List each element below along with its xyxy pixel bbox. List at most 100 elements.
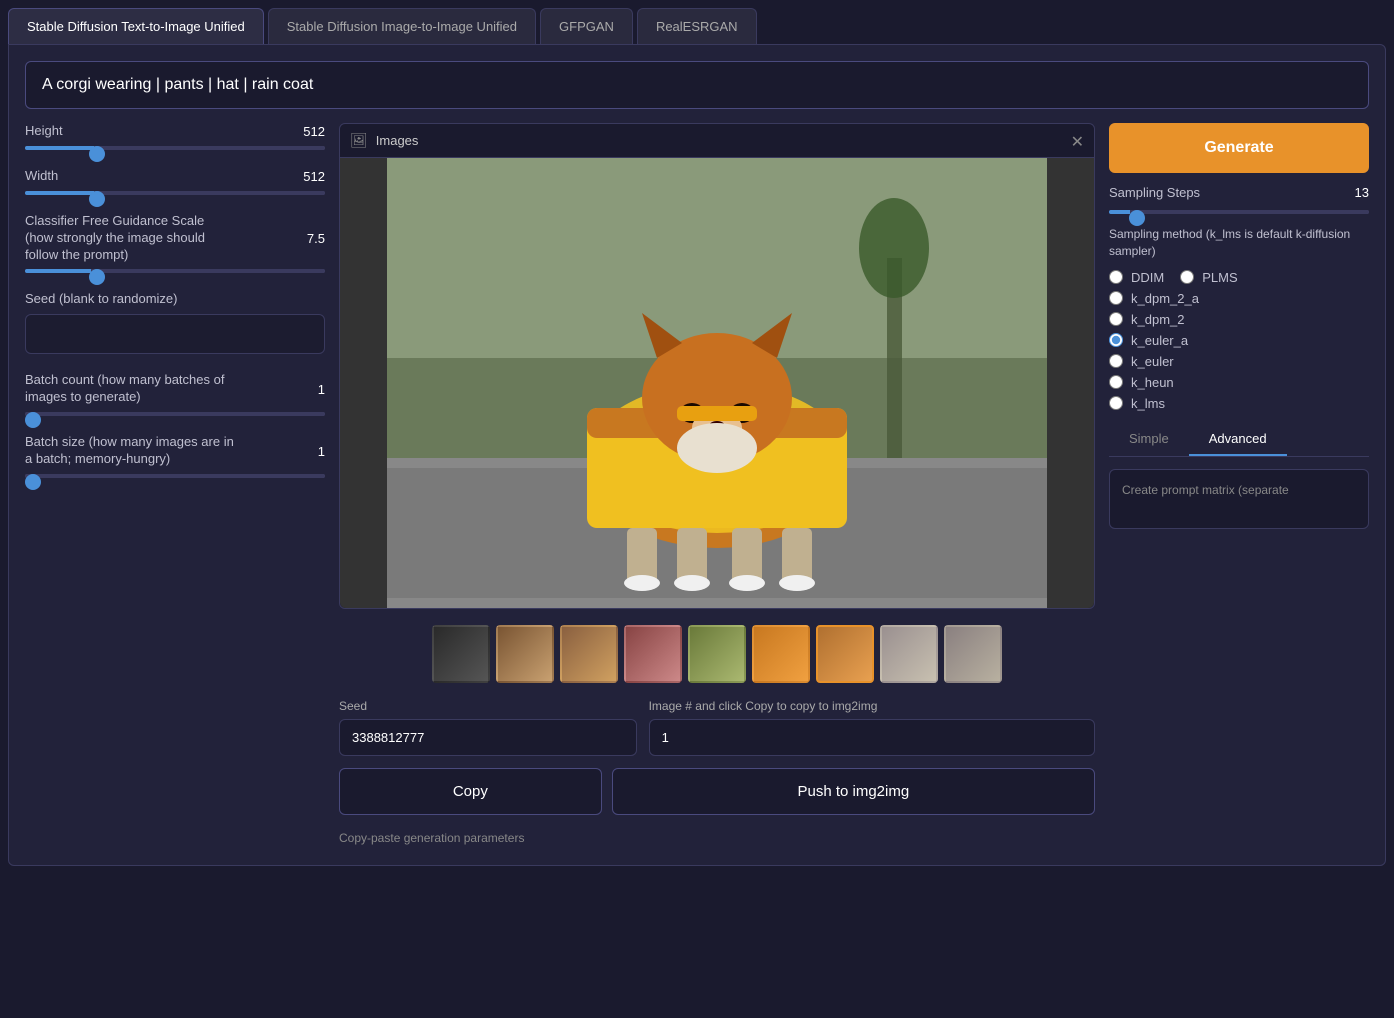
content-area: Height 512 Width 512 Classifier Free Gui… <box>25 123 1369 849</box>
sampling-method-label: Sampling method (k_lms is default k-diff… <box>1109 226 1369 260</box>
cfg-label: Classifier Free Guidance Scale (how stro… <box>25 213 235 264</box>
batch-size-label: Batch size (how many images are in a bat… <box>25 434 235 468</box>
ddim-plms-row: DDIM PLMS <box>1109 270 1369 285</box>
k-heun-option: k_heun <box>1109 375 1369 390</box>
batch-count-slider[interactable] <box>25 412 325 416</box>
height-value: 512 <box>303 124 325 139</box>
height-slider-group: Height 512 <box>25 123 325 150</box>
batch-count-label-row: Batch count (how many batches of images … <box>25 372 325 406</box>
seed-display-group: Seed <box>339 699 637 756</box>
thumbnail-5[interactable] <box>688 625 746 683</box>
thumbnail-7[interactable] <box>816 625 874 683</box>
tab-txt2img[interactable]: Stable Diffusion Text-to-Image Unified <box>8 8 264 44</box>
width-value: 512 <box>303 169 325 184</box>
ddim-label[interactable]: DDIM <box>1131 270 1164 285</box>
copy-paste-label: Copy-paste generation parameters <box>339 827 1095 849</box>
thumbnail-6[interactable] <box>752 625 810 683</box>
height-label: Height <box>25 123 63 140</box>
thumbnail-4[interactable] <box>624 625 682 683</box>
thumbnail-3[interactable] <box>560 625 618 683</box>
image-num-group: Image # and click Copy to copy to img2im… <box>649 699 1095 756</box>
sampling-method-radio-group: DDIM PLMS k_dpm_2_a k_dpm_2 <box>1109 270 1369 411</box>
bottom-tabs: Simple Advanced <box>1109 423 1369 457</box>
k-lms-radio[interactable] <box>1109 396 1123 410</box>
k-dpm-2a-radio[interactable] <box>1109 291 1123 305</box>
cfg-slider-group: Classifier Free Guidance Scale (how stro… <box>25 213 325 274</box>
batch-size-label-row: Batch size (how many images are in a bat… <box>25 434 325 468</box>
cfg-value: 7.5 <box>307 231 325 246</box>
create-prompt-box: Create prompt matrix (separate <box>1109 469 1369 529</box>
close-button[interactable]: ✕ <box>1071 132 1084 152</box>
image-viewer-header: 🖼 Images ✕ <box>340 124 1094 158</box>
image-viewer: 🖼 Images ✕ <box>339 123 1095 609</box>
ddim-radio[interactable] <box>1109 270 1123 284</box>
k-euler-a-label[interactable]: k_euler_a <box>1131 333 1188 348</box>
tab-simple[interactable]: Simple <box>1109 423 1189 456</box>
batch-size-slider[interactable] <box>25 474 325 478</box>
cfg-label-row: Classifier Free Guidance Scale (how stro… <box>25 213 325 264</box>
height-slider[interactable] <box>25 146 325 150</box>
width-label-row: Width 512 <box>25 168 325 185</box>
tab-gfpgan[interactable]: GFPGAN <box>540 8 633 44</box>
tab-img2img[interactable]: Stable Diffusion Image-to-Image Unified <box>268 8 536 44</box>
sampling-steps-row: Sampling Steps 13 <box>1109 185 1369 200</box>
k-lms-label[interactable]: k_lms <box>1131 396 1165 411</box>
main-container: A corgi wearing | pants | hat | rain coa… <box>8 44 1386 866</box>
batch-count-value: 1 <box>318 382 325 397</box>
thumbnails <box>339 621 1095 687</box>
k-dpm-2-radio[interactable] <box>1109 312 1123 326</box>
cfg-slider[interactable] <box>25 269 325 273</box>
sampling-steps-value: 13 <box>1355 185 1369 200</box>
k-euler-a-radio[interactable] <box>1109 333 1123 347</box>
batch-size-value: 1 <box>318 444 325 459</box>
prompt-input[interactable]: A corgi wearing | pants | hat | rain coa… <box>25 61 1369 109</box>
plms-radio[interactable] <box>1180 270 1194 284</box>
k-heun-label[interactable]: k_heun <box>1131 375 1174 390</box>
seed-input[interactable] <box>25 314 325 354</box>
sampling-steps-slider[interactable] <box>1109 210 1369 214</box>
generate-button[interactable]: Generate <box>1109 123 1369 173</box>
ddim-option: DDIM <box>1109 270 1164 285</box>
image-num-input[interactable] <box>649 719 1095 756</box>
height-label-row: Height 512 <box>25 123 325 140</box>
k-heun-radio[interactable] <box>1109 375 1123 389</box>
batch-count-group: Batch count (how many batches of images … <box>25 372 325 416</box>
seed-label: Seed (blank to randomize) <box>25 291 325 308</box>
k-euler-radio[interactable] <box>1109 354 1123 368</box>
sampling-steps-section: Sampling Steps 13 <box>1109 185 1369 214</box>
batch-size-group: Batch size (how many images are in a bat… <box>25 434 325 478</box>
tab-advanced[interactable]: Advanced <box>1189 423 1287 456</box>
k-euler-label[interactable]: k_euler <box>1131 354 1174 369</box>
corgi-image <box>340 158 1094 608</box>
seed-display-label: Seed <box>339 699 637 713</box>
action-buttons: Copy Push to img2img <box>339 768 1095 815</box>
seed-group: Seed (blank to randomize) <box>25 291 325 354</box>
thumbnail-1[interactable] <box>432 625 490 683</box>
batch-count-label: Batch count (how many batches of images … <box>25 372 235 406</box>
seed-display-input[interactable] <box>339 719 637 756</box>
plms-label[interactable]: PLMS <box>1202 270 1237 285</box>
image-num-label: Image # and click Copy to copy to img2im… <box>649 699 1095 713</box>
image-icon: 🖼 <box>350 132 368 149</box>
thumbnail-8[interactable] <box>880 625 938 683</box>
k-dpm-2-label[interactable]: k_dpm_2 <box>1131 312 1184 327</box>
main-image <box>340 158 1094 608</box>
width-label: Width <box>25 168 58 185</box>
tabs-bar: Stable Diffusion Text-to-Image Unified S… <box>0 0 1394 44</box>
seed-image-controls: Seed Image # and click Copy to copy to i… <box>339 699 1095 756</box>
push-to-img2img-button[interactable]: Push to img2img <box>612 768 1095 815</box>
k-euler-option: k_euler <box>1109 354 1369 369</box>
tab-realesrgan[interactable]: RealESRGAN <box>637 8 757 44</box>
sampling-steps-label: Sampling Steps <box>1109 185 1200 200</box>
left-panel: Height 512 Width 512 Classifier Free Gui… <box>25 123 325 849</box>
k-euler-a-option: k_euler_a <box>1109 333 1369 348</box>
image-viewer-title: Images <box>376 133 419 148</box>
plms-option: PLMS <box>1180 270 1237 285</box>
k-dpm-2a-label[interactable]: k_dpm_2_a <box>1131 291 1199 306</box>
thumbnail-2[interactable] <box>496 625 554 683</box>
thumbnail-9[interactable] <box>944 625 1002 683</box>
copy-button[interactable]: Copy <box>339 768 602 815</box>
k-dpm-2-option: k_dpm_2 <box>1109 312 1369 327</box>
width-slider[interactable] <box>25 191 325 195</box>
sampling-method-section: Sampling method (k_lms is default k-diff… <box>1109 226 1369 411</box>
